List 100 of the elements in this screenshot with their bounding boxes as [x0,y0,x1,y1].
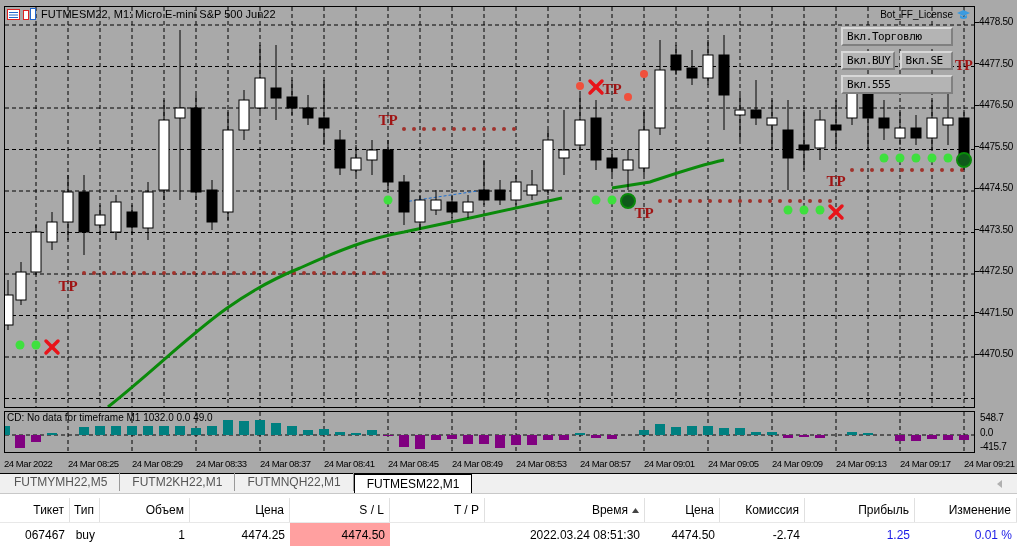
marker-dot [576,82,584,90]
chart-title: FUTMESM22, M1: Micro E-mini S&P 500 Jun22 [41,8,276,20]
toggle-button[interactable]: Вкл.BUY [841,51,895,70]
candlestick [910,114,922,146]
histogram-bar [15,435,25,448]
column-header[interactable]: Цена [190,498,290,522]
histogram-bar [607,435,617,439]
histogram-bar [5,426,10,435]
position-marker-icon [620,193,636,209]
signal-dot [879,153,889,163]
scroll-left-icon [997,480,1002,488]
time-label: 24 Mar 08:41 [324,457,375,469]
marker-dot [624,93,632,101]
table-cell-text: buy [74,526,96,544]
signal-dot [927,153,937,163]
scale-label: 548.7 [980,411,1005,424]
price-label: 4477.50 [979,58,1014,69]
table-cell-text: 2022.03.24 08:51:30 [528,526,641,544]
histogram-bar [671,427,681,435]
histogram-bar [31,435,41,442]
histogram-bar [943,435,953,440]
histogram-bar [79,427,89,435]
histogram-bar [495,435,505,448]
column-header[interactable]: S / L [290,498,390,522]
signal-dot [591,195,601,205]
toggle-button[interactable]: Вкл.555 [841,75,953,94]
price-label: 4471.50 [979,307,1014,318]
price-label: 4476.50 [979,100,1014,110]
price-label: 4470.50 [979,349,1014,359]
time-label: 24 Mar 09:09 [772,457,823,469]
tp-label: TP [826,173,846,189]
signal-dot [943,153,953,163]
chart-tab[interactable]: FUTM2KH22,M1 [120,472,236,491]
price-label: 4472.50 [979,266,1014,276]
candlestick [46,211,58,251]
column-header[interactable]: Изменение [915,498,1017,522]
scale-label: -415.7 [980,440,1008,453]
histogram-bar [655,424,665,435]
time-label: 24 Mar 08:45 [388,457,439,469]
time-label: 24 Mar 09:01 [644,457,695,469]
cross-icon [588,79,604,95]
chart-tab[interactable]: FUTMNQH22,M1 [235,472,354,491]
graduation-cap-icon [956,9,971,21]
histogram-bar [239,421,249,435]
time-label: 24 Mar 08:25 [68,457,119,469]
column-header[interactable]: T / P [390,498,485,522]
time-label: 24 Mar 08:57 [580,457,631,469]
column-header[interactable]: Цена [645,498,720,522]
chart-tab[interactable]: FUTMESM22,M1 [353,474,473,493]
histogram-bar [287,426,297,435]
time-label: 24 Mar 08:49 [452,457,503,469]
histogram-bar [223,420,233,435]
signal-dot [783,205,793,215]
time-label: 24 Mar 08:37 [260,457,311,469]
toggle-button[interactable]: Вкл.SE [899,51,953,70]
signal-dot [895,153,905,163]
chart-tab[interactable]: FUTMYMH22,M5 [2,472,121,491]
table-cell-text: 067467 [23,526,66,544]
histogram-bar [767,432,777,435]
time-label: 24 Mar 08:53 [516,457,567,469]
histogram-bar [303,430,313,435]
histogram-bar [95,426,105,435]
column-header[interactable]: Объем [100,498,190,522]
column-header[interactable]: Время [485,498,645,522]
candlestick [494,179,506,206]
histogram-bar [847,432,857,435]
table-cell-text: 4474.50 [670,526,716,544]
signal-dot [31,340,41,350]
time-label: 24 Mar 09:13 [836,457,887,469]
histogram-bar [719,428,729,435]
histogram-bar [543,435,553,440]
column-header[interactable]: Комиссия [720,498,805,522]
histogram-bar [511,435,521,445]
candlestick [558,109,570,176]
chart-window-icon [23,8,36,20]
histogram-bar [143,426,153,435]
column-header[interactable]: Тикет [0,498,70,522]
toggle-button[interactable]: Вкл.Торговлю [841,27,953,46]
candlestick [334,129,346,176]
table-cell-text: 1 [177,526,186,544]
histogram-bar [703,426,713,435]
column-header[interactable]: Прибыль [805,498,915,522]
time-label: 24 Mar 09:17 [900,457,951,469]
signal-dot [799,205,809,215]
histogram-bar [207,426,217,435]
histogram-bar [927,435,937,439]
histogram-bar [159,426,169,435]
histogram-bar [815,435,825,438]
histogram-bar [783,435,793,438]
time-label: 24 Mar 08:29 [132,457,183,469]
list-icon [7,8,20,20]
histogram-bar [415,435,425,449]
candlestick [462,194,474,219]
price-label: 4473.50 [979,224,1014,235]
histogram-bar [559,435,569,440]
price-label: 4475.50 [979,141,1014,152]
histogram-bar [127,426,137,435]
price-label: 4474.50 [979,183,1014,193]
column-header[interactable]: Тип [70,498,100,522]
histogram-bar [255,420,265,435]
